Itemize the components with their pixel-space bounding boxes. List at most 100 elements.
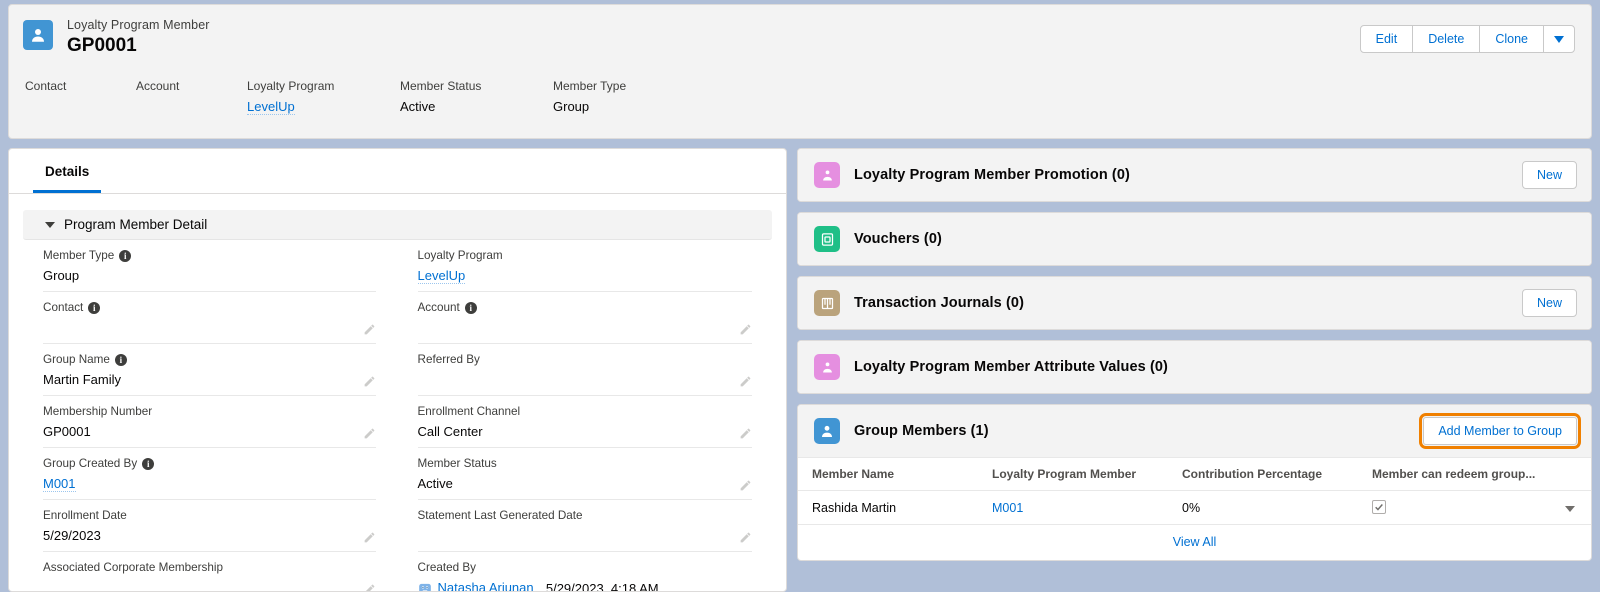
related-cards-host: Loyalty Program Member Promotion (0) New V…	[797, 148, 1592, 394]
field-value	[418, 370, 753, 389]
created-by-timestamp: , 5/29/2023, 4:18 AM	[538, 580, 659, 592]
field-value: Call Center	[417, 424, 483, 439]
new-promotion-button[interactable]: New	[1521, 161, 1577, 189]
detail-field: Contact i	[43, 292, 376, 344]
related-list-card: Loyalty Program Member Attribute Values …	[797, 340, 1592, 394]
group-members-title: Group Members (1)	[854, 423, 989, 439]
field-value: Active	[417, 476, 453, 491]
checkbox-checked-icon	[1372, 500, 1386, 514]
field-value: M001	[43, 474, 376, 493]
clone-button[interactable]: Clone	[1479, 25, 1544, 53]
highlight-value: Active	[400, 99, 436, 114]
group-members-card: Group Members (1) Add Member to Group Me…	[797, 404, 1592, 561]
object-name: Loyalty Program Member	[67, 18, 210, 32]
field-value-link[interactable]: LevelUp	[417, 268, 466, 284]
details-tabs: Details	[9, 149, 786, 194]
edit-pencil-icon[interactable]	[739, 323, 752, 336]
loyalty-promotion-icon	[814, 162, 840, 188]
info-icon[interactable]: i	[119, 249, 132, 262]
column-header-member-name[interactable]: Member Name	[798, 457, 978, 491]
chevron-down-icon[interactable]	[1565, 505, 1575, 512]
person-avatar-icon	[23, 20, 53, 50]
column-header-member-can-redeem[interactable]: Member can redeem group...	[1358, 457, 1551, 491]
field-value	[43, 578, 376, 591]
detail-field: Loyalty Program LevelUp	[417, 240, 753, 292]
related-list-title: Vouchers (0)	[854, 231, 942, 247]
details-fields-grid: Member Type i Group Contact i Group Name i Mart…	[9, 240, 786, 592]
user-avatar-icon	[417, 580, 433, 591]
info-icon[interactable]: i	[464, 301, 477, 314]
highlight-label: Contact	[25, 79, 67, 93]
chevron-down-icon	[45, 221, 55, 228]
cell-contribution-percentage: 0%	[1168, 490, 1358, 525]
loyalty-program-member-link[interactable]: M001	[992, 501, 1023, 515]
edit-pencil-icon[interactable]	[739, 427, 752, 440]
field-value	[418, 526, 753, 545]
field-label: Account	[417, 301, 460, 314]
related-list-card: Transaction Journals (0) New	[797, 276, 1592, 330]
cell-row-actions[interactable]	[1551, 490, 1591, 525]
detail-field: Enrollment Date 5/29/2023	[43, 500, 376, 552]
details-panel: Details Program Member Detail Member Typ…	[8, 148, 787, 592]
tab-details[interactable]: Details	[33, 164, 102, 193]
field-label: Statement Last Generated Date	[417, 509, 583, 522]
edit-pencil-icon[interactable]	[363, 583, 376, 592]
info-icon[interactable]: i	[88, 301, 101, 314]
field-label-wrapper: Group Created By i	[43, 456, 376, 471]
column-header-loyalty-program-member[interactable]: Loyalty Program Member	[978, 457, 1168, 491]
related-list-card-header: Loyalty Program Member Promotion (0) New	[798, 149, 1591, 201]
field-value	[418, 318, 753, 337]
field-value: 5/29/2023	[43, 528, 101, 543]
edit-button[interactable]: Edit	[1359, 25, 1414, 53]
related-list-card-header: Vouchers (0)	[798, 213, 1591, 265]
edit-pencil-icon[interactable]	[363, 531, 376, 544]
field-value-link[interactable]: M001	[43, 476, 76, 492]
table-header-row: Member Name Loyalty Program Member Contr…	[798, 457, 1591, 491]
related-list-card: Vouchers (0)	[797, 212, 1592, 266]
highlight-label: Member Status	[400, 79, 482, 93]
detail-field: Referred By	[417, 344, 753, 396]
edit-pencil-icon[interactable]	[363, 323, 376, 336]
edit-pencil-icon[interactable]	[739, 479, 752, 492]
highlight-field-loyalty-program: Loyalty Program LevelUp	[247, 78, 400, 116]
info-icon[interactable]: i	[114, 353, 127, 366]
more-actions-button[interactable]	[1543, 25, 1575, 53]
related-list-card: Loyalty Program Member Promotion (0) New	[797, 148, 1592, 202]
highlight-label: Account	[136, 79, 180, 93]
column-header-actions	[1551, 457, 1591, 491]
program-member-detail-section-header[interactable]: Program Member Detail	[23, 210, 772, 240]
group-member-avatar-icon	[814, 418, 840, 444]
details-right-column: Loyalty Program LevelUp Account i Referred B…	[398, 240, 773, 592]
detail-field: Statement Last Generated Date	[417, 500, 753, 552]
add-member-to-group-button[interactable]: Add Member to Group	[1419, 413, 1581, 449]
field-label: Contact	[43, 301, 84, 314]
cell-member-can-redeem	[1358, 490, 1551, 525]
highlight-label: Member Type	[553, 79, 627, 93]
edit-pencil-icon[interactable]	[739, 531, 752, 544]
column-header-contribution-percentage[interactable]: Contribution Percentage	[1168, 457, 1358, 491]
field-value: Natasha Arjunan , 5/29/2023, 4:18 AM	[417, 578, 753, 592]
record-header: Loyalty Program Member GP0001 Edit Delet…	[8, 4, 1592, 139]
detail-field: Membership Number GP0001	[43, 396, 376, 448]
created-by-link[interactable]: Natasha Arjunan	[438, 578, 534, 591]
attribute-values-icon	[814, 354, 840, 380]
field-value: Martin Family	[43, 372, 122, 387]
edit-pencil-icon[interactable]	[363, 427, 376, 440]
new-transaction-journal-button[interactable]: New	[1521, 289, 1577, 317]
loyalty-program-link[interactable]: LevelUp	[247, 99, 295, 115]
edit-pencil-icon[interactable]	[739, 375, 752, 388]
detail-field: Group Created By i M001	[43, 448, 376, 500]
highlight-label: Loyalty Program	[247, 79, 335, 93]
voucher-icon	[814, 226, 840, 252]
delete-button[interactable]: Delete	[1412, 25, 1481, 53]
highlight-field-contact: Contact	[25, 78, 136, 116]
field-label: Associated Corporate Membership	[43, 561, 223, 574]
info-icon[interactable]: i	[142, 457, 155, 470]
field-value: LevelUp	[417, 266, 753, 285]
view-all-link[interactable]: View All	[1173, 535, 1217, 549]
edit-pencil-icon[interactable]	[363, 375, 376, 388]
highlight-value: Group	[553, 99, 590, 114]
field-label-wrapper: Member Type i	[43, 248, 376, 263]
field-label: Created By	[417, 561, 476, 574]
field-label: Enrollment Date	[43, 509, 127, 522]
